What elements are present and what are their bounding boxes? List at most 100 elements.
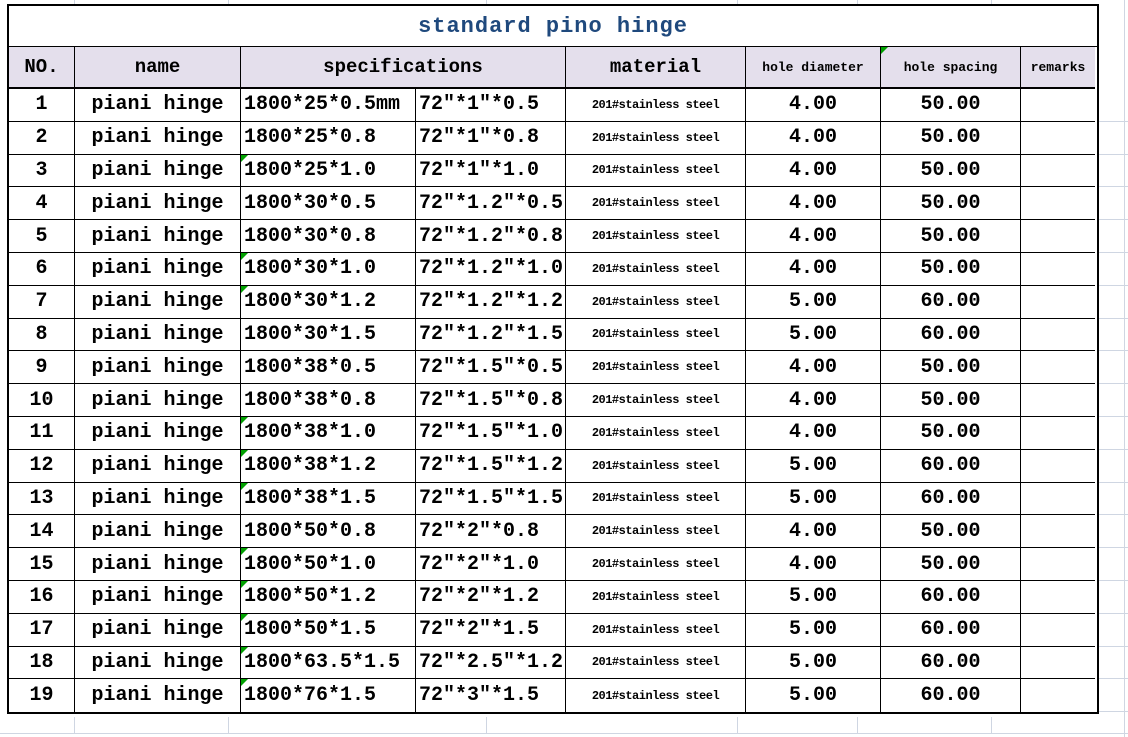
cell-hole-diameter[interactable]: 4.00 — [746, 351, 881, 384]
cell-spec-inch[interactable]: 72″*1.5″*0.8 — [416, 384, 566, 417]
cell-spec-mm[interactable]: 1800*38*1.2 — [241, 450, 416, 483]
cell-spec-inch[interactable]: 72″*1″*0.8 — [416, 122, 566, 155]
cell-material[interactable]: 201#stainless steel — [566, 89, 746, 122]
cell-hole-diameter[interactable]: 4.00 — [746, 155, 881, 188]
cell-remarks[interactable] — [1021, 450, 1095, 483]
cell-spec-mm[interactable]: 1800*50*1.2 — [241, 581, 416, 614]
table-title[interactable]: standard pino hinge — [9, 6, 1097, 47]
cell-no[interactable]: 9 — [9, 351, 75, 384]
cell-no[interactable]: 10 — [9, 384, 75, 417]
cell-spec-mm[interactable]: 1800*76*1.5 — [241, 679, 416, 712]
cell-hole-diameter[interactable]: 5.00 — [746, 286, 881, 319]
cell-no[interactable]: 12 — [9, 450, 75, 483]
cell-remarks[interactable] — [1021, 483, 1095, 516]
cell-spec-inch[interactable]: 72″*2.5″*1.2 — [416, 647, 566, 680]
col-header-remarks[interactable]: remarks — [1021, 47, 1095, 89]
cell-name[interactable]: piani hinge — [75, 122, 241, 155]
cell-name[interactable]: piani hinge — [75, 351, 241, 384]
cell-hole-spacing[interactable]: 50.00 — [881, 351, 1021, 384]
cell-spec-mm[interactable]: 1800*38*1.5 — [241, 483, 416, 516]
cell-name[interactable]: piani hinge — [75, 483, 241, 516]
cell-material[interactable]: 201#stainless steel — [566, 351, 746, 384]
cell-spec-mm[interactable]: 1800*25*1.0 — [241, 155, 416, 188]
cell-no[interactable]: 13 — [9, 483, 75, 516]
cell-spec-mm[interactable]: 1800*63.5*1.5 — [241, 647, 416, 680]
cell-hole-spacing[interactable]: 60.00 — [881, 614, 1021, 647]
cell-spec-mm[interactable]: 1800*50*1.0 — [241, 548, 416, 581]
cell-material[interactable]: 201#stainless steel — [566, 417, 746, 450]
cell-hole-diameter[interactable]: 5.00 — [746, 483, 881, 516]
cell-material[interactable]: 201#stainless steel — [566, 483, 746, 516]
cell-spec-mm[interactable]: 1800*30*1.5 — [241, 319, 416, 352]
col-header-hole-diameter[interactable]: hole diameter — [746, 47, 881, 89]
cell-spec-inch[interactable]: 72″*1.5″*1.0 — [416, 417, 566, 450]
cell-hole-spacing[interactable]: 50.00 — [881, 89, 1021, 122]
col-header-hole-spacing[interactable]: hole spacing — [881, 47, 1021, 89]
cell-material[interactable]: 201#stainless steel — [566, 122, 746, 155]
cell-name[interactable]: piani hinge — [75, 319, 241, 352]
cell-name[interactable]: piani hinge — [75, 89, 241, 122]
cell-spec-mm[interactable]: 1800*30*1.0 — [241, 253, 416, 286]
cell-spec-inch[interactable]: 72″*1.5″*1.5 — [416, 483, 566, 516]
cell-material[interactable]: 201#stainless steel — [566, 450, 746, 483]
cell-material[interactable]: 201#stainless steel — [566, 679, 746, 712]
cell-remarks[interactable] — [1021, 384, 1095, 417]
cell-no[interactable]: 7 — [9, 286, 75, 319]
col-header-no[interactable]: NO. — [9, 47, 75, 89]
cell-spec-inch[interactable]: 72″*1″*0.5 — [416, 89, 566, 122]
cell-spec-mm[interactable]: 1800*30*0.5 — [241, 187, 416, 220]
cell-hole-diameter[interactable]: 4.00 — [746, 220, 881, 253]
cell-name[interactable]: piani hinge — [75, 581, 241, 614]
cell-spec-inch[interactable]: 72″*2″*1.2 — [416, 581, 566, 614]
cell-spec-inch[interactable]: 72″*1.2″*1.5 — [416, 319, 566, 352]
cell-hole-diameter[interactable]: 5.00 — [746, 581, 881, 614]
cell-hole-diameter[interactable]: 4.00 — [746, 89, 881, 122]
cell-hole-spacing[interactable]: 60.00 — [881, 286, 1021, 319]
cell-remarks[interactable] — [1021, 319, 1095, 352]
cell-remarks[interactable] — [1021, 548, 1095, 581]
cell-name[interactable]: piani hinge — [75, 548, 241, 581]
cell-name[interactable]: piani hinge — [75, 220, 241, 253]
cell-remarks[interactable] — [1021, 515, 1095, 548]
cell-name[interactable]: piani hinge — [75, 515, 241, 548]
cell-hole-diameter[interactable]: 4.00 — [746, 515, 881, 548]
col-header-name[interactable]: name — [75, 47, 241, 89]
cell-spec-inch[interactable]: 72″*2″*0.8 — [416, 515, 566, 548]
cell-hole-diameter[interactable]: 5.00 — [746, 647, 881, 680]
cell-spec-mm[interactable]: 1800*25*0.5mm — [241, 89, 416, 122]
cell-hole-diameter[interactable]: 5.00 — [746, 679, 881, 712]
cell-spec-mm[interactable]: 1800*25*0.8 — [241, 122, 416, 155]
cell-spec-mm[interactable]: 1800*50*1.5 — [241, 614, 416, 647]
cell-spec-inch[interactable]: 72″*1″*1.0 — [416, 155, 566, 188]
cell-no[interactable]: 17 — [9, 614, 75, 647]
cell-hole-diameter[interactable]: 4.00 — [746, 548, 881, 581]
cell-remarks[interactable] — [1021, 679, 1095, 712]
cell-name[interactable]: piani hinge — [75, 286, 241, 319]
cell-remarks[interactable] — [1021, 253, 1095, 286]
cell-no[interactable]: 2 — [9, 122, 75, 155]
cell-spec-inch[interactable]: 72″*2″*1.0 — [416, 548, 566, 581]
cell-remarks[interactable] — [1021, 286, 1095, 319]
cell-remarks[interactable] — [1021, 614, 1095, 647]
cell-remarks[interactable] — [1021, 155, 1095, 188]
cell-material[interactable]: 201#stainless steel — [566, 614, 746, 647]
cell-name[interactable]: piani hinge — [75, 647, 241, 680]
cell-no[interactable]: 15 — [9, 548, 75, 581]
cell-remarks[interactable] — [1021, 122, 1095, 155]
cell-spec-mm[interactable]: 1800*38*1.0 — [241, 417, 416, 450]
cell-no[interactable]: 6 — [9, 253, 75, 286]
cell-spec-inch[interactable]: 72″*3″*1.5 — [416, 679, 566, 712]
cell-name[interactable]: piani hinge — [75, 187, 241, 220]
cell-hole-spacing[interactable]: 60.00 — [881, 647, 1021, 680]
cell-spec-inch[interactable]: 72″*1.5″*1.2 — [416, 450, 566, 483]
cell-spec-mm[interactable]: 1800*50*0.8 — [241, 515, 416, 548]
cell-hole-spacing[interactable]: 50.00 — [881, 548, 1021, 581]
cell-hole-diameter[interactable]: 4.00 — [746, 417, 881, 450]
cell-name[interactable]: piani hinge — [75, 450, 241, 483]
cell-material[interactable]: 201#stainless steel — [566, 286, 746, 319]
cell-material[interactable]: 201#stainless steel — [566, 647, 746, 680]
cell-hole-diameter[interactable]: 4.00 — [746, 384, 881, 417]
cell-remarks[interactable] — [1021, 89, 1095, 122]
cell-name[interactable]: piani hinge — [75, 384, 241, 417]
cell-hole-diameter[interactable]: 4.00 — [746, 187, 881, 220]
